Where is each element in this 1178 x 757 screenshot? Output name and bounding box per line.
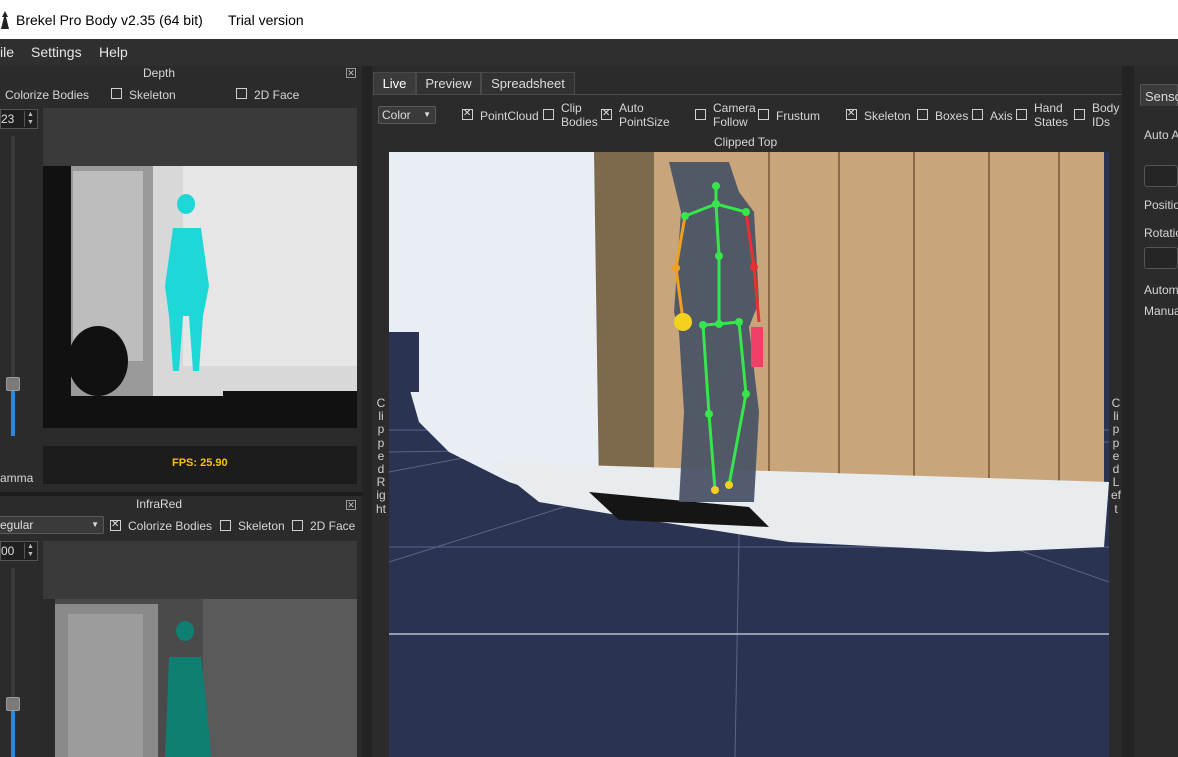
depth-colorize-label: Colorize Bodies xyxy=(5,88,90,102)
left-splitter[interactable] xyxy=(362,66,372,757)
depth-fps-label: FPS: 25.90 xyxy=(172,457,228,469)
clip-bodies-label-2: Bodies xyxy=(561,115,598,129)
infrared-mode-value: egular xyxy=(0,518,34,532)
close-icon[interactable]: ✕ xyxy=(346,68,356,78)
clip-bodies-label-1: Clip xyxy=(561,101,582,115)
infrared-spin-value: 00 xyxy=(1,544,15,558)
pointcloud-label: PointCloud xyxy=(480,109,539,123)
boxes-label: Boxes xyxy=(935,109,969,123)
auto-label: Auto A xyxy=(1144,128,1178,142)
infrared-slider-fill xyxy=(11,704,15,757)
tab-preview[interactable]: Preview xyxy=(416,72,481,94)
body-ids-checkbox[interactable] xyxy=(1074,109,1085,120)
automatic-label: Autom xyxy=(1144,283,1178,297)
chevron-down-icon: ▼ xyxy=(91,520,99,529)
skeleton-label: Skeleton xyxy=(864,109,911,123)
menu-settings[interactable]: Settings xyxy=(31,44,82,60)
manual-label: Manua xyxy=(1144,304,1178,318)
pointcloud-checkbox[interactable] xyxy=(462,108,473,120)
frustum-label: Frustum xyxy=(776,109,821,123)
tab-live[interactable]: Live xyxy=(373,72,416,94)
depth-view xyxy=(43,108,357,428)
trial-label: Trial version xyxy=(228,12,304,28)
tab-underline xyxy=(372,94,1122,95)
depth-fps-bar: FPS: 25.90 xyxy=(43,446,357,484)
right-panel: Senso Auto A Positio Rotatio Autom Manua xyxy=(1134,66,1178,757)
3d-viewport[interactable] xyxy=(389,152,1109,757)
infrared-image xyxy=(43,599,357,757)
tab-spreadsheet[interactable]: Spreadsheet xyxy=(481,72,575,94)
depth-gamma-handle[interactable] xyxy=(6,377,20,391)
tab-sensor[interactable]: Senso xyxy=(1140,84,1178,106)
menu-bar: ile Settings Help xyxy=(0,39,1178,66)
right-splitter[interactable] xyxy=(1122,66,1134,757)
depth-gamma-label: amma xyxy=(0,471,34,485)
hand-states-label-1: Hand xyxy=(1034,101,1063,115)
hand-states-label-2: States xyxy=(1034,115,1069,129)
auto-pointsize-label-2: PointSize xyxy=(619,115,670,129)
frustum-checkbox[interactable] xyxy=(758,109,769,120)
infrared-view xyxy=(43,541,357,757)
rotation-label: Rotatio xyxy=(1144,226,1178,240)
color-mode-value: Color xyxy=(382,108,411,122)
camera-follow-label-1: Camera xyxy=(713,101,756,115)
infrared-spinbox[interactable]: 00 ▲ ▼ xyxy=(0,541,38,561)
body-ids-label-2: IDs xyxy=(1092,115,1110,129)
window-titlebar: Brekel Pro Body v2.35 (64 bit) Trial ver… xyxy=(0,0,1178,39)
depth-panel-title: Depth xyxy=(142,66,176,80)
axis-label: Axis xyxy=(990,109,1013,123)
infrared-skeleton-checkbox[interactable] xyxy=(220,520,231,531)
app-icon xyxy=(1,11,9,29)
infrared-panel: InfraRed ✕ egular ▼ Colorize Bodies Skel… xyxy=(0,496,362,757)
clip-bodies-checkbox[interactable] xyxy=(543,109,554,120)
body-ids-label-1: Body xyxy=(1092,101,1120,115)
infrared-panel-title: InfraRed xyxy=(135,497,183,511)
auto-pointsize-checkbox[interactable] xyxy=(601,108,612,120)
skeleton-checkbox[interactable] xyxy=(846,108,857,120)
infrared-2dface-label: 2D Face xyxy=(310,519,356,533)
depth-spinbox[interactable]: 23 ▲ ▼ xyxy=(0,109,38,129)
infrared-slider-handle[interactable] xyxy=(6,697,20,711)
camera-follow-label-2: Follow xyxy=(713,115,748,129)
pointcloud-scene xyxy=(389,152,1109,757)
infrared-2dface-checkbox[interactable] xyxy=(292,520,303,531)
infrared-colorize-checkbox[interactable] xyxy=(110,519,121,531)
sensor-field-1[interactable] xyxy=(1144,165,1178,187)
sensor-field-2[interactable] xyxy=(1144,247,1178,269)
depth-image xyxy=(43,166,357,428)
auto-pointsize-label-1: Auto xyxy=(619,101,644,115)
depth-2dface-label: 2D Face xyxy=(254,88,300,102)
depth-2dface-checkbox[interactable] xyxy=(236,88,247,99)
axis-checkbox[interactable] xyxy=(972,109,983,120)
clipped-left-label: Clipped Left xyxy=(1111,396,1122,516)
menu-help[interactable]: Help xyxy=(99,44,128,60)
camera-follow-checkbox[interactable] xyxy=(695,109,706,120)
position-label: Positio xyxy=(1144,198,1178,212)
close-icon[interactable]: ✕ xyxy=(346,500,356,510)
depth-panel: Depth ✕ Colorize Bodies Skeleton 2D Face… xyxy=(0,66,362,492)
clipped-right-label: Clipped Right xyxy=(376,396,387,516)
hand-states-checkbox[interactable] xyxy=(1016,109,1027,120)
color-mode-select[interactable]: Color ▼ xyxy=(378,106,436,124)
depth-skeleton-checkbox[interactable] xyxy=(111,88,122,99)
window-title: Brekel Pro Body v2.35 (64 bit) xyxy=(16,12,203,28)
depth-gamma-fill xyxy=(11,384,15,436)
infrared-mode-select[interactable]: egular ▼ xyxy=(0,516,104,534)
depth-spin-value: 23 xyxy=(1,112,15,126)
menu-file[interactable]: ile xyxy=(0,44,14,60)
infrared-colorize-label: Colorize Bodies xyxy=(128,519,213,533)
spin-arrows-icon[interactable]: ▲ ▼ xyxy=(24,543,36,559)
boxes-checkbox[interactable] xyxy=(917,109,928,120)
depth-skeleton-label: Skeleton xyxy=(129,88,176,102)
clipped-top-label: Clipped Top xyxy=(714,135,778,149)
spin-arrows-icon[interactable]: ▲ ▼ xyxy=(24,111,36,127)
tab-sensor-label: Senso xyxy=(1145,89,1178,104)
chevron-down-icon: ▼ xyxy=(423,110,431,119)
infrared-skeleton-label: Skeleton xyxy=(238,519,285,533)
